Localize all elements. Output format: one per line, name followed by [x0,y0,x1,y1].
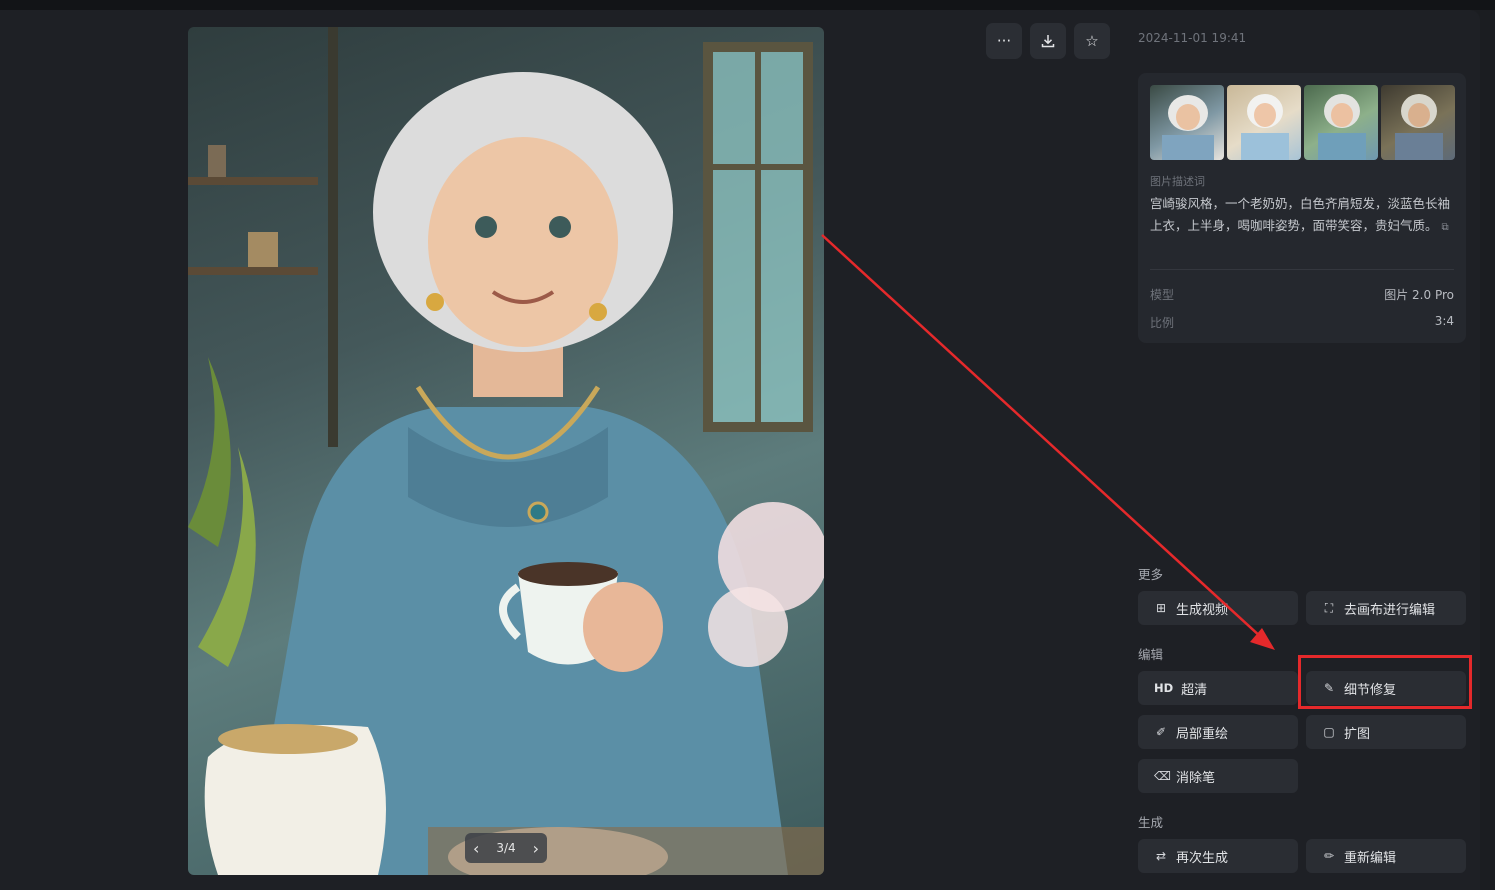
prompt-label: 图片描述词 [1150,175,1205,188]
thumbnail-2[interactable] [1227,85,1301,160]
regenerate-label: 再次生成 [1176,850,1229,866]
favorite-button[interactable]: ☆ [1074,23,1110,59]
canvas-edit-label: 去画布进行编辑 [1344,602,1436,618]
highlight-box [1298,655,1472,709]
image-illustration [188,27,824,875]
regenerate-button[interactable]: ⇄ 再次生成 [1138,839,1298,873]
model-key: 模型 [1150,288,1175,302]
thumbnail-3[interactable] [1304,85,1378,160]
reedit-button[interactable]: ✏ 重新编辑 [1306,839,1466,873]
more-options-button[interactable]: ··· [986,23,1022,59]
model-row: 模型 图片 2.0 Pro [1150,286,1454,303]
image-info-card: 图片描述词 宫崎骏风格，一个老奶奶，白色齐肩短发，淡蓝色长袖上衣，上半身，喝咖啡… [1138,73,1466,343]
pencil-icon: ✏ [1323,849,1335,863]
hd-icon: HD [1154,681,1174,695]
section-more: 更多 [1138,567,1164,582]
generate-video-label: 生成视频 [1176,602,1229,618]
refresh-icon: ⇄ [1155,849,1167,863]
inpaint-label: 局部重绘 [1176,726,1229,742]
section-edit: 编辑 [1138,647,1164,662]
inpaint-button[interactable]: ✐ 局部重绘 [1138,715,1298,749]
model-value: 图片 2.0 Pro [1384,288,1454,302]
ratio-key: 比例 [1150,316,1175,330]
eraser-icon: ⌫ [1154,769,1171,783]
ratio-row: 比例 3:4 [1150,314,1454,331]
canvas-icon: ⛶ [1324,600,1334,615]
star-icon: ☆ [1085,32,1099,50]
info-divider [1150,269,1454,270]
outpaint-label: 扩图 [1344,726,1371,742]
chevron-left-icon[interactable]: ‹ [473,839,479,858]
thumbnail-4[interactable] [1381,85,1455,160]
thumbnail-strip [1150,85,1455,160]
eraser-label: 消除笔 [1176,770,1216,786]
reedit-label: 重新编辑 [1344,850,1397,866]
outpaint-button[interactable]: ▢ 扩图 [1306,715,1466,749]
image-pager: ‹ 3/4 › [465,833,547,863]
eraser-button[interactable]: ⌫ 消除笔 [1138,759,1298,793]
creation-date: 2024-11-01 19:41 [1138,31,1247,45]
upscale-label: 超清 [1181,682,1208,698]
copy-icon[interactable]: ⧉ [1442,222,1449,233]
brush-icon: ✐ [1155,725,1167,739]
prompt-text: 宫崎骏风格，一个老奶奶，白色齐肩短发，淡蓝色长袖上衣，上半身，喝咖啡姿势，面带笑… [1150,193,1454,239]
section-generate: 生成 [1138,815,1164,830]
download-icon [1041,35,1055,48]
upscale-button[interactable]: HD 超清 [1138,671,1298,705]
window-top-bar [0,0,1495,10]
generate-video-button[interactable]: ⊞ 生成视频 [1138,591,1298,625]
pager-counter: 3/4 [496,841,516,855]
generated-image[interactable]: ‹ 3/4 › [188,27,824,875]
chevron-right-icon[interactable]: › [533,839,539,858]
prompt-content: 宫崎骏风格，一个老奶奶，白色齐肩短发，淡蓝色长袖上衣，上半身，喝咖啡姿势，面带笑… [1150,196,1451,233]
video-plus-icon: ⊞ [1155,601,1167,615]
ratio-value: 3:4 [1434,314,1454,328]
ellipsis-icon: ··· [996,32,1012,50]
canvas-edit-button[interactable]: ⛶ 去画布进行编辑 [1306,591,1466,625]
expand-icon: ▢ [1323,725,1335,739]
download-button[interactable] [1030,23,1066,59]
thumbnail-1[interactable] [1150,85,1224,160]
